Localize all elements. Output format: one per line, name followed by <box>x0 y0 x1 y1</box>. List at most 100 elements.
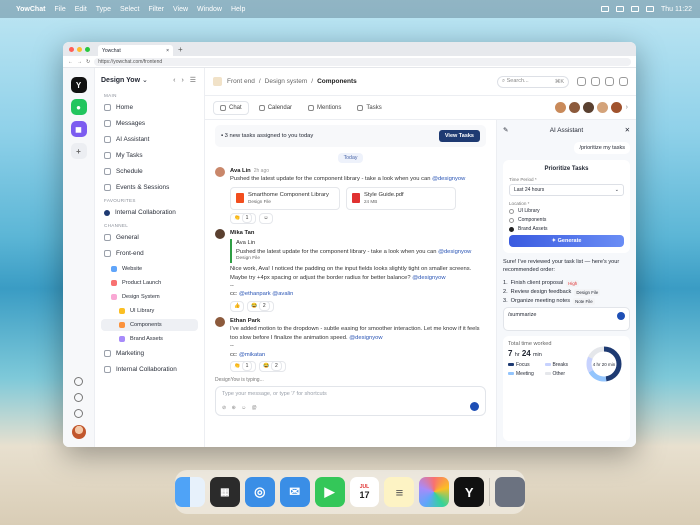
menu-edit[interactable]: Edit <box>75 6 87 13</box>
message-author[interactable]: Ethan Park <box>230 317 486 325</box>
avatar[interactable] <box>582 102 594 113</box>
message-author[interactable]: Mika Tan <box>230 229 486 237</box>
menu-clock[interactable]: Thu 11:22 <box>661 6 692 13</box>
channel-general[interactable]: General <box>101 231 198 244</box>
reaction-chip[interactable]: 😂 2 <box>259 360 286 373</box>
mention-link[interactable]: @mikatan <box>239 352 265 358</box>
more-icon[interactable] <box>619 77 628 86</box>
close-tab-icon[interactable]: × <box>166 48 169 54</box>
facetime-icon[interactable]: ▶ <box>314 477 345 507</box>
finder-icon[interactable] <box>174 477 205 507</box>
channel-ui-library[interactable]: UI Library <box>101 305 198 317</box>
new-tab-button[interactable]: + <box>178 45 183 54</box>
reaction-chip[interactable]: 😂 2 <box>247 300 274 313</box>
battery-icon[interactable] <box>615 6 624 12</box>
sidebar-item-schedule[interactable]: Schedule <box>101 165 198 178</box>
like-icon[interactable]: 👍 <box>230 300 245 313</box>
channel-product-launch[interactable]: Product Launch <box>101 277 198 289</box>
launchpad-icon[interactable]: ▦ <box>209 477 240 507</box>
generate-button[interactable]: ✦ Generate <box>509 235 624 247</box>
close-window-button[interactable] <box>69 46 74 52</box>
info-icon[interactable] <box>74 377 83 386</box>
breadcrumb-design-system[interactable]: Design system <box>265 78 308 85</box>
sidebar-item-messages[interactable]: Messages <box>101 117 198 130</box>
avatar[interactable] <box>554 102 566 113</box>
task-item[interactable]: 3. Organize meeting notes Note File <box>503 297 630 305</box>
sidebar-item-events[interactable]: Events & Sessions <box>101 181 198 194</box>
mention-link[interactable]: @designyow <box>412 275 445 281</box>
file-attachment[interactable]: Style Guide.pdf 24 MB <box>346 186 456 210</box>
send-button[interactable] <box>470 402 479 412</box>
add-reaction-icon[interactable]: ☺ <box>259 212 273 225</box>
view-tasks-button[interactable]: View Tasks <box>438 130 480 142</box>
search-input[interactable]: ⌕ Search... ⌘K <box>497 75 569 88</box>
avatar[interactable] <box>596 102 608 113</box>
message-author[interactable]: Ava Lin <box>230 168 251 174</box>
avatar[interactable] <box>215 317 225 328</box>
notes-icon[interactable]: ≡ <box>384 477 415 507</box>
wifi-icon[interactable] <box>630 6 639 12</box>
add-app-icon[interactable]: + <box>70 143 87 159</box>
minimize-window-button[interactable] <box>77 46 82 52</box>
tab-calendar[interactable]: Calendar <box>253 102 298 114</box>
breadcrumb-components[interactable]: Components <box>317 78 357 85</box>
sidebar-item-internal-collab-fav[interactable]: Internal Collaboration <box>101 206 198 219</box>
zoom-window-button[interactable] <box>85 46 90 52</box>
menu-view[interactable]: View <box>173 6 188 13</box>
mention-link[interactable]: @designyow <box>432 176 465 182</box>
reload-icon[interactable]: ↻ <box>86 59 90 65</box>
ai-send-button[interactable] <box>617 311 625 320</box>
quoted-message[interactable]: Ava Lin Pushed the latest update for the… <box>230 239 486 264</box>
profile-icon[interactable] <box>74 409 83 418</box>
mention-link[interactable]: @ethanpark @avalin <box>239 291 293 297</box>
url-field[interactable]: https://yowchat.com/frontend <box>94 57 631 66</box>
workspace-app-icon[interactable]: ◼ <box>70 121 87 137</box>
menu-select[interactable]: Select <box>120 6 139 13</box>
sidebar-item-ai-assistant[interactable]: AI Assistant <box>101 133 198 146</box>
safari-icon[interactable]: ◎ <box>244 477 275 507</box>
reaction-chip[interactable]: 👏 1 <box>230 212 257 225</box>
reaction-chip[interactable]: 👏 1 <box>230 360 257 373</box>
trash-icon[interactable] <box>495 477 526 507</box>
period-select[interactable]: Last 24 hours ⌄ <box>509 184 624 196</box>
avatar[interactable] <box>215 229 225 240</box>
menu-app-name[interactable]: YowChat <box>16 6 45 13</box>
channel-design-system[interactable]: Design System <box>101 291 198 303</box>
close-icon[interactable]: ✕ <box>625 126 630 134</box>
photos-icon[interactable] <box>419 477 450 507</box>
file-attachment[interactable]: Smarthome Component Library Design File <box>230 186 340 210</box>
forward-icon[interactable]: → <box>77 59 82 65</box>
composer-tools-icons[interactable]: ⊘ ⊕ ☺ @ <box>222 405 259 411</box>
browser-tab[interactable]: Yowchat × <box>98 45 173 56</box>
menu-file[interactable]: File <box>54 6 65 13</box>
mail-icon[interactable]: ✉ <box>279 477 310 507</box>
menu-help[interactable]: Help <box>231 6 245 13</box>
location-option[interactable]: Components <box>509 217 624 223</box>
tab-mentions[interactable]: Mentions <box>302 102 347 114</box>
location-option[interactable]: UI Library <box>509 208 624 214</box>
avatar[interactable] <box>568 102 580 113</box>
chevron-right-icon[interactable]: › <box>626 104 628 111</box>
location-option[interactable]: Brand Assets <box>509 226 624 232</box>
settings-icon[interactable] <box>74 393 83 402</box>
menu-window[interactable]: Window <box>197 6 222 13</box>
back-icon[interactable]: ← <box>68 59 73 65</box>
avatar[interactable] <box>610 102 622 113</box>
clock-icon[interactable] <box>605 77 614 86</box>
sidebar-item-my-tasks[interactable]: My Tasks <box>101 149 198 162</box>
avatar[interactable] <box>215 167 225 177</box>
user-avatar[interactable] <box>71 425 86 439</box>
headphones-icon[interactable] <box>591 77 600 86</box>
channel-brand-assets[interactable]: Brand Assets <box>101 333 198 345</box>
ai-composer[interactable]: /summarize <box>503 306 630 331</box>
task-item[interactable]: 2. Review design feedback Design File <box>503 288 630 296</box>
channel-marketing[interactable]: Marketing <box>101 347 198 360</box>
channel-frontend[interactable]: Front-end <box>101 247 198 260</box>
tab-tasks[interactable]: Tasks <box>351 102 387 114</box>
channel-internal-collab[interactable]: Internal Collaboration <box>101 363 198 376</box>
member-avatars[interactable] <box>554 102 622 113</box>
search-icon[interactable] <box>645 6 654 12</box>
sidebar-item-home[interactable]: Home <box>101 101 198 114</box>
notes-icon[interactable] <box>577 77 586 86</box>
channel-components[interactable]: Components <box>101 319 198 331</box>
